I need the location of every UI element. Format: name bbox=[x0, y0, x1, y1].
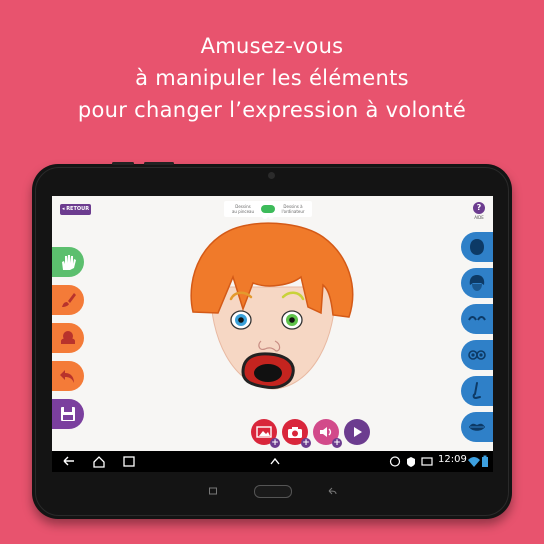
undo-button[interactable] bbox=[52, 361, 84, 391]
image-add-icon bbox=[256, 426, 272, 438]
sound-add-icon bbox=[320, 427, 332, 437]
recent-apps-nav-icon[interactable] bbox=[122, 455, 136, 468]
hardware-back-icon[interactable] bbox=[326, 486, 338, 496]
headline-line-1: Amusez-vous bbox=[200, 34, 344, 58]
add-sound-button[interactable]: + bbox=[313, 419, 342, 448]
battery-icon bbox=[482, 455, 488, 467]
eyes-button[interactable] bbox=[461, 340, 493, 370]
back-nav-icon[interactable] bbox=[62, 455, 76, 468]
brush-icon bbox=[62, 293, 76, 307]
hardware-home-button[interactable] bbox=[254, 485, 292, 498]
drawing-mode-switch[interactable]: Dessins au pinceau Dessins à l'ordinateu… bbox=[224, 201, 312, 219]
stamp-tool-button[interactable] bbox=[52, 323, 84, 353]
mode-brush-label-2: au pinceau bbox=[231, 209, 255, 214]
hair-icon bbox=[469, 275, 485, 291]
play-icon bbox=[354, 427, 362, 437]
undo-icon bbox=[60, 370, 74, 383]
hand-icon bbox=[62, 255, 76, 270]
headline: Amusez-vous à manipuler les éléments pou… bbox=[0, 30, 544, 126]
play-button[interactable] bbox=[344, 419, 370, 445]
security-icon bbox=[407, 457, 415, 467]
home-nav-icon[interactable] bbox=[92, 455, 106, 468]
mode-computer-label-2: l'ordinateur bbox=[281, 209, 305, 214]
volume-button[interactable] bbox=[144, 162, 174, 165]
front-camera bbox=[268, 172, 275, 179]
tablet-screen: ◂ RETOUR Dessins au pinceau Dessins à l'… bbox=[52, 196, 493, 472]
mode-toggle[interactable] bbox=[261, 205, 275, 219]
help-button[interactable]: ? bbox=[473, 202, 485, 214]
gallery-icon bbox=[421, 457, 433, 466]
head-shape-button[interactable] bbox=[461, 232, 493, 262]
headline-line-3: pour changer l’expression à volonté bbox=[77, 98, 467, 122]
eyebrows-button[interactable] bbox=[461, 304, 493, 334]
plus-icon: + bbox=[332, 438, 342, 448]
plus-icon: + bbox=[301, 438, 311, 448]
hardware-menu-icon[interactable] bbox=[208, 486, 218, 496]
tablet-device: ◂ RETOUR Dessins au pinceau Dessins à l'… bbox=[32, 162, 512, 519]
head-shape-icon bbox=[470, 239, 484, 255]
save-button[interactable] bbox=[52, 399, 84, 429]
power-button[interactable] bbox=[112, 162, 134, 165]
stamp-icon bbox=[61, 331, 75, 344]
hand-tool-button[interactable] bbox=[52, 247, 84, 277]
nose-button[interactable] bbox=[461, 376, 493, 406]
brush-tool-button[interactable] bbox=[52, 285, 84, 315]
mouth-icon bbox=[469, 423, 485, 431]
system-navigation-bar: 12:09 bbox=[52, 451, 493, 472]
chevron-up-icon[interactable] bbox=[268, 455, 282, 468]
notification-icon bbox=[389, 456, 401, 467]
headline-line-2: à manipuler les éléments bbox=[135, 66, 409, 90]
nose-icon bbox=[472, 382, 481, 400]
character-face bbox=[190, 222, 354, 390]
camera-add-icon bbox=[288, 427, 302, 438]
plus-icon: + bbox=[270, 438, 280, 448]
drawing-canvas: ◂ RETOUR Dessins au pinceau Dessins à l'… bbox=[52, 196, 493, 451]
status-clock: 12:09 bbox=[438, 454, 467, 465]
hair-button[interactable] bbox=[461, 268, 493, 298]
help-caption: AIDE bbox=[474, 215, 484, 220]
eyebrows-icon bbox=[468, 316, 486, 321]
mouth-button[interactable] bbox=[461, 412, 493, 442]
wifi-icon bbox=[468, 457, 480, 467]
add-image-button[interactable]: + bbox=[251, 419, 280, 448]
save-icon bbox=[61, 407, 75, 421]
add-photo-button[interactable]: + bbox=[282, 419, 311, 448]
back-button[interactable]: ◂ RETOUR bbox=[60, 204, 91, 215]
eyes-icon bbox=[468, 350, 486, 360]
